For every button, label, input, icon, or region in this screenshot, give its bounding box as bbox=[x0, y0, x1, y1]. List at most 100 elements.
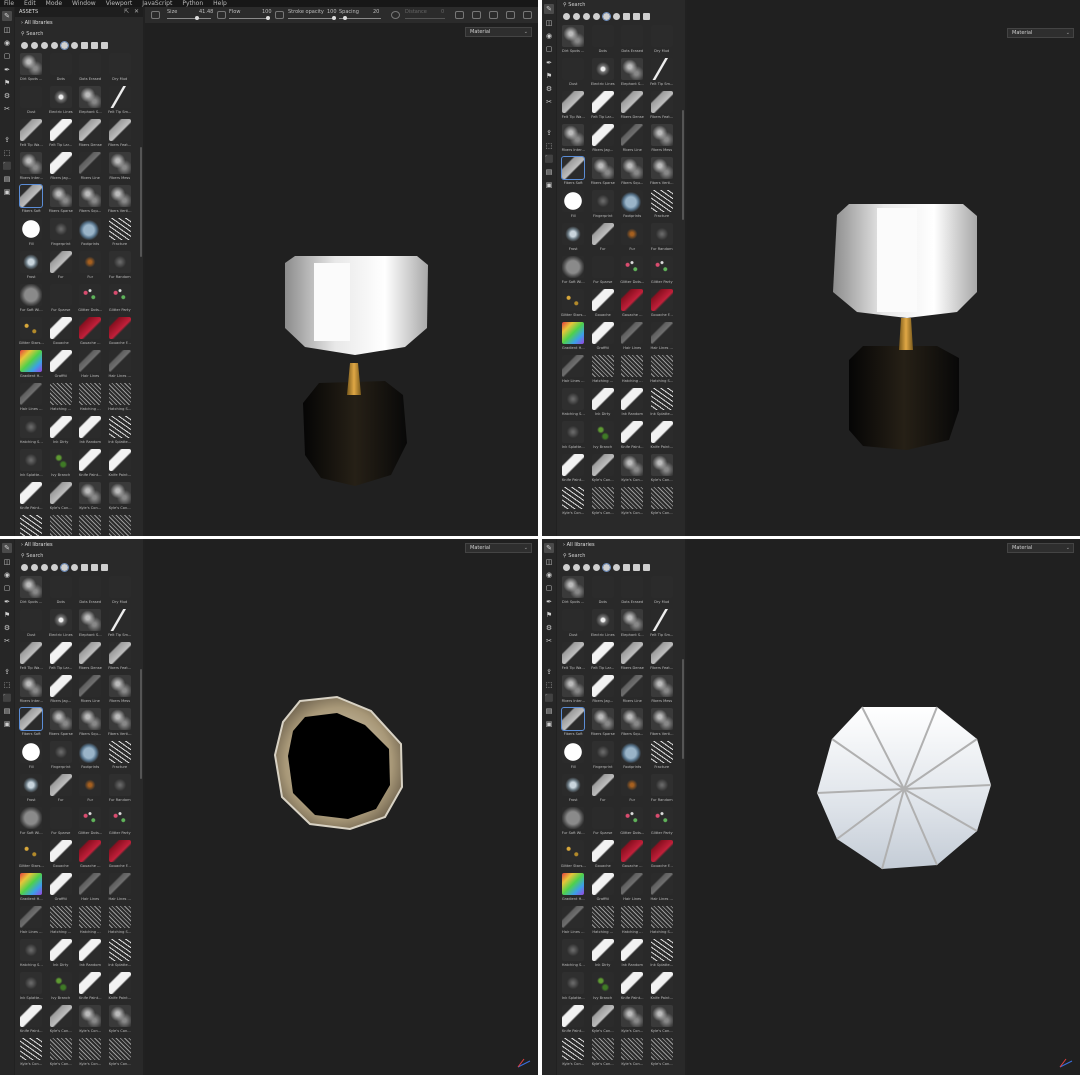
grid-view-icon[interactable] bbox=[643, 12, 650, 20]
lazy-mouse-icon[interactable] bbox=[391, 11, 400, 19]
filter-texture-icon[interactable] bbox=[583, 563, 590, 571]
shelf-icon[interactable]: ▣ bbox=[2, 187, 12, 197]
brush-tile[interactable]: Kyle's Con... bbox=[589, 1004, 618, 1037]
brush-tile[interactable]: Ink Splatte... bbox=[17, 971, 46, 1004]
brush-tile[interactable]: Knife Paint... bbox=[618, 420, 647, 453]
layers-icon[interactable]: ⬛ bbox=[544, 154, 554, 164]
brush-tile[interactable]: Hatching ... bbox=[76, 905, 105, 938]
filter-mask-icon[interactable] bbox=[51, 563, 58, 571]
brush-tile[interactable]: Glitter Party bbox=[648, 255, 677, 288]
brush-tile[interactable]: Electric Lines bbox=[47, 85, 76, 118]
brush-tile[interactable]: Hatching S... bbox=[106, 905, 135, 938]
brush-tile[interactable]: Hatching ... bbox=[618, 354, 647, 387]
brush-tile[interactable]: Fibers Soft bbox=[559, 156, 588, 189]
brush-tile[interactable]: Felt Tip Wa... bbox=[17, 118, 46, 151]
layers-icon[interactable]: ⬛ bbox=[2, 693, 12, 703]
brush-tile[interactable]: Dirt Spots ... bbox=[559, 575, 588, 608]
picker-icon[interactable]: ⚑ bbox=[544, 610, 554, 620]
brush-tile[interactable]: Gradient H... bbox=[17, 349, 46, 382]
search-field[interactable]: ⚲ Search bbox=[557, 0, 685, 10]
filter-material-icon[interactable] bbox=[563, 12, 570, 20]
projection-icon[interactable]: ◉ bbox=[2, 570, 12, 580]
brush-tile[interactable]: Ivy Branch bbox=[47, 448, 76, 481]
menu-window[interactable]: Window bbox=[72, 0, 96, 7]
model-top-view[interactable] bbox=[145, 539, 538, 1075]
library-selector[interactable]: › All libraries bbox=[557, 539, 685, 551]
brush-tile[interactable]: Fibers Inter... bbox=[17, 674, 46, 707]
brush-tile[interactable]: Kyle's Con... bbox=[618, 453, 647, 486]
brush-tile[interactable]: Gouache bbox=[47, 316, 76, 349]
brush-tile[interactable]: Fibers Dense bbox=[618, 90, 647, 123]
smudge-icon[interactable]: ▢ bbox=[2, 583, 12, 593]
search-field[interactable]: ⚲ Search bbox=[557, 551, 685, 561]
brush-tile[interactable]: Glitter Party bbox=[106, 806, 135, 839]
bake-icon[interactable]: ⬚ bbox=[544, 680, 554, 690]
brush-tile[interactable]: Ink Splatte... bbox=[648, 938, 677, 971]
brush-tile[interactable]: Hair Lines ... bbox=[648, 872, 677, 905]
brush-tile[interactable]: Frost bbox=[17, 250, 46, 283]
brush-tile[interactable]: Kyle's Con... bbox=[17, 1037, 46, 1070]
brush-tile[interactable]: Ivy Branch bbox=[47, 971, 76, 1004]
brush-tile[interactable]: Hatching ... bbox=[589, 905, 618, 938]
brush-tile[interactable]: Glitter Dots... bbox=[618, 806, 647, 839]
brush-tile[interactable]: Ink Random bbox=[618, 938, 647, 971]
brush-tile[interactable]: Electric Lines bbox=[589, 608, 618, 641]
viewport-3d[interactable]: Material ⌄ bbox=[687, 539, 1080, 1075]
brush-tile[interactable]: Fibers Verti... bbox=[648, 156, 677, 189]
shelf-icon[interactable]: ▣ bbox=[544, 719, 554, 729]
brush-tile[interactable]: Ivy Branch bbox=[589, 971, 618, 1004]
brush-tile[interactable]: Dry Mud bbox=[648, 24, 677, 57]
filter-material-icon[interactable] bbox=[563, 563, 570, 571]
brush-tile[interactable]: Hatching ... bbox=[618, 905, 647, 938]
brush-tile[interactable]: Fill bbox=[17, 740, 46, 773]
menu-viewport[interactable]: Viewport bbox=[106, 0, 133, 7]
brush-tile[interactable]: Ink Random bbox=[618, 387, 647, 420]
brush-icon[interactable]: ✎ bbox=[2, 543, 12, 553]
symmetry-icon[interactable] bbox=[455, 11, 464, 19]
fill-icon[interactable]: ✒ bbox=[2, 65, 12, 75]
filter-environment-icon[interactable] bbox=[81, 563, 88, 571]
brush-tile[interactable]: Kyle's Con... bbox=[648, 486, 677, 519]
brush-tile[interactable]: Dots bbox=[47, 575, 76, 608]
layers-icon[interactable]: ⬛ bbox=[2, 161, 12, 171]
brush-tile[interactable]: Kyle's Con... bbox=[47, 1004, 76, 1037]
filter-particle-icon[interactable] bbox=[613, 563, 620, 571]
brush-tile[interactable]: Fur bbox=[47, 773, 76, 806]
filter-image-icon[interactable] bbox=[633, 563, 640, 571]
bake-icon[interactable]: ⬚ bbox=[2, 148, 12, 158]
brush-tile[interactable]: Felt Tip Wa... bbox=[17, 641, 46, 674]
brush-tile[interactable]: Kyle's Con... bbox=[47, 481, 76, 514]
eraser-icon[interactable]: ◫ bbox=[544, 18, 554, 28]
brush-tile[interactable]: Fur Sparse bbox=[589, 255, 618, 288]
smudge-icon[interactable]: ▢ bbox=[544, 583, 554, 593]
brush-tile[interactable]: Fibers Feat... bbox=[106, 641, 135, 674]
brush-tile[interactable]: Hair Lines bbox=[76, 872, 105, 905]
menu-python[interactable]: Python bbox=[182, 0, 203, 7]
brush-tile[interactable]: Fracture bbox=[106, 740, 135, 773]
brush-tile[interactable]: Felt Tip Lar... bbox=[589, 90, 618, 123]
brush-tile[interactable]: Fibers Inter... bbox=[17, 151, 46, 184]
brush-tile[interactable]: Fibers Verti... bbox=[648, 707, 677, 740]
filter-particle-icon[interactable] bbox=[71, 563, 78, 571]
brush-tile[interactable]: Fibers Inter... bbox=[559, 123, 588, 156]
projection-icon[interactable]: ◉ bbox=[2, 38, 12, 48]
brush-tile[interactable]: Fibers Jag... bbox=[47, 674, 76, 707]
brush-tile[interactable]: Fibers Sparse bbox=[47, 707, 76, 740]
mountain-icon[interactable] bbox=[489, 11, 498, 19]
brush-tile[interactable]: Gouache bbox=[589, 288, 618, 321]
brush-tile[interactable]: Fibers Line bbox=[76, 151, 105, 184]
brush-tile[interactable]: Dust bbox=[17, 85, 46, 118]
brush-tile[interactable]: Felt Tip Lar... bbox=[47, 118, 76, 151]
filter-particle-icon[interactable] bbox=[613, 12, 620, 20]
brush-tile[interactable]: Kyle's Con... bbox=[618, 1004, 647, 1037]
brush-tile[interactable]: Kyle's Con... bbox=[589, 486, 618, 519]
brush-tile[interactable]: Fibers Line bbox=[618, 674, 647, 707]
filter-smart-material-icon[interactable] bbox=[573, 12, 580, 20]
brush-tile[interactable]: Fibers Sparse bbox=[47, 184, 76, 217]
brush-tile[interactable]: Fibers Dense bbox=[618, 641, 647, 674]
brush-tile[interactable]: Dots bbox=[589, 575, 618, 608]
brush-tile[interactable]: Fibers Line bbox=[618, 123, 647, 156]
menu-javascript[interactable]: JavaScript bbox=[142, 0, 172, 7]
filter-particle-icon[interactable] bbox=[71, 41, 78, 49]
brush-tile[interactable]: Kyle's Con... bbox=[17, 514, 46, 536]
